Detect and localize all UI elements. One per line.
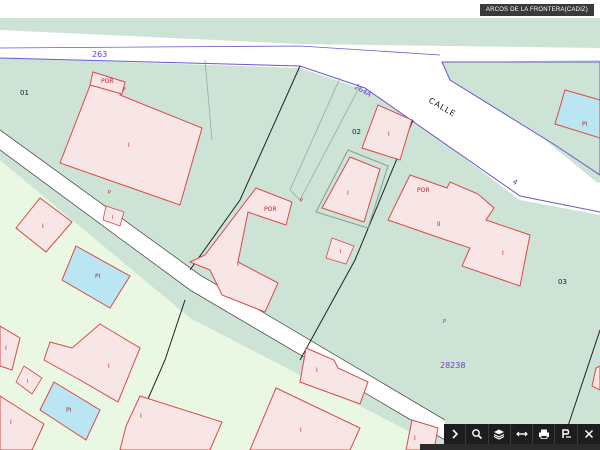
label-annex-02: I — [340, 249, 341, 255]
cadastral-map[interactable]: PI POR I P I POR I P I I I POR II I P I — [0, 0, 600, 450]
parcel-number-01: 01 — [20, 89, 29, 97]
label-floors-02-ne: I — [388, 131, 390, 138]
location-label: ARCOS DE LA FRONTERA(CADIZ) — [479, 4, 594, 16]
label-patio-01: P — [108, 190, 111, 196]
label-floors-sw-1: I — [42, 223, 44, 230]
label-annex-01: I — [112, 215, 113, 221]
label-por-03: POR — [417, 187, 430, 194]
measure-icon — [515, 431, 528, 437]
print-icon — [538, 429, 549, 439]
zoom-icon — [472, 429, 483, 440]
label-floors-sw-3: I — [5, 345, 7, 352]
cadastral-reference: 28238 — [440, 361, 465, 370]
label-floors-03-side: I — [502, 250, 504, 257]
label-pool-sw-1: PI — [95, 273, 101, 280]
close-button[interactable] — [578, 424, 600, 444]
label-floors-south-1: I — [316, 367, 318, 374]
label-floors-south-2: I — [414, 435, 416, 442]
label-patio-02: P — [300, 198, 303, 204]
label-por-02: POR — [264, 206, 277, 213]
label-annex-sw: I — [27, 379, 28, 385]
label-patio-03: P — [443, 319, 446, 325]
map-toolbar — [444, 424, 600, 444]
map-viewer[interactable]: PI POR I P I POR I P I I I POR II I P I — [0, 0, 600, 450]
zoom-button[interactable] — [466, 424, 489, 444]
label-pool-sw-2: PI — [66, 407, 72, 414]
scale-bar — [420, 444, 600, 450]
label-floors-s-2: I — [300, 427, 302, 434]
parcel-info-icon — [562, 429, 572, 438]
label-floors-s-1: I — [140, 413, 142, 420]
label-floors-sw-2: I — [108, 363, 110, 370]
layers-button[interactable] — [489, 424, 511, 444]
close-icon — [584, 429, 593, 439]
label-pool-ne: PI — [582, 121, 588, 128]
label-floors-03-main: II — [437, 221, 441, 228]
label-por-01: POR — [101, 78, 114, 85]
layers-icon — [493, 429, 505, 440]
measure-button[interactable] — [511, 424, 534, 444]
label-floors-02-center: I — [347, 190, 349, 197]
label-floors-01: I — [128, 142, 130, 149]
chevron-right-icon — [452, 429, 458, 439]
print-button[interactable] — [533, 424, 556, 444]
road-number-263: 263 — [92, 50, 107, 59]
parcel-number-02: 02 — [352, 128, 361, 136]
label-floors-sw-4: I — [10, 419, 12, 426]
expand-button[interactable] — [444, 424, 467, 444]
parcel-info-button[interactable] — [555, 424, 578, 444]
parcel-number-03: 03 — [558, 278, 567, 286]
label-floors-02: I — [237, 261, 239, 268]
